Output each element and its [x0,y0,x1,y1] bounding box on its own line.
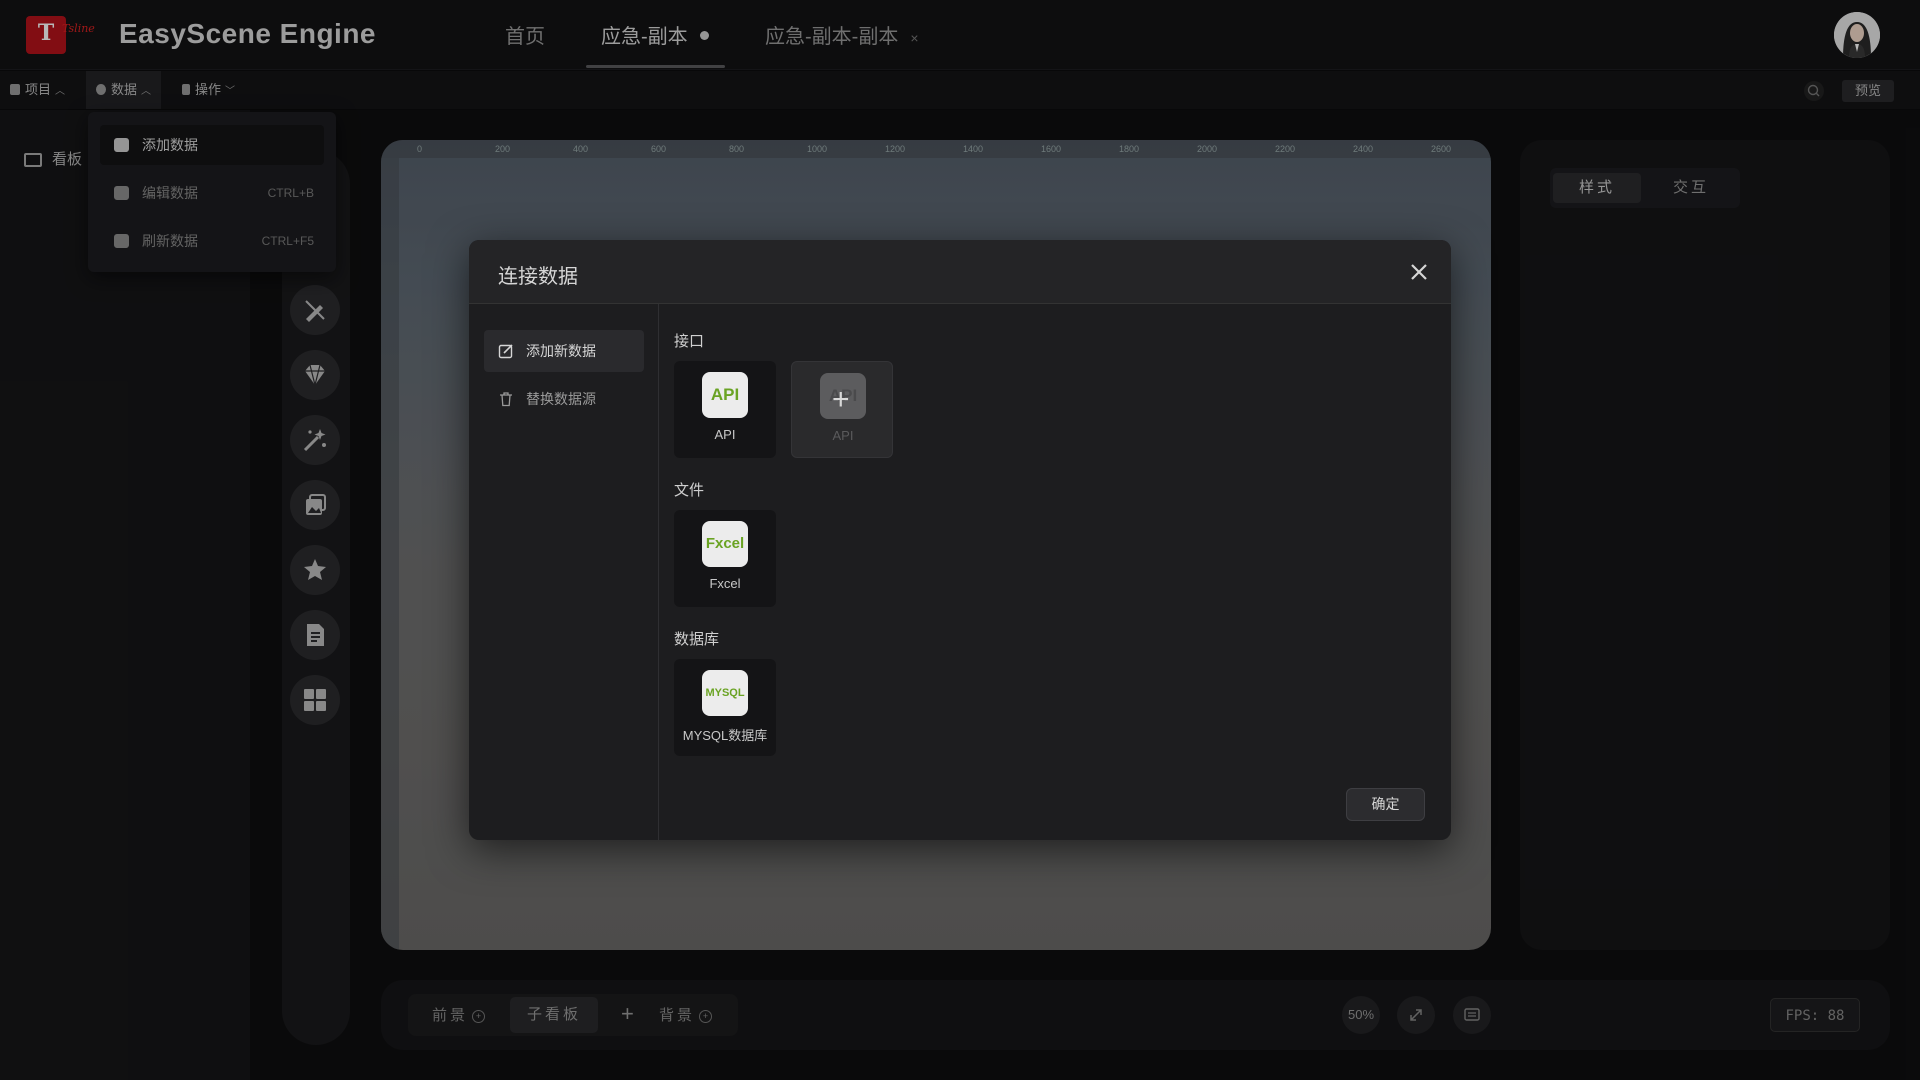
side-item-add-new-data[interactable]: 添加新数据 [484,330,644,372]
edit-square-icon [498,344,513,359]
source-card-api[interactable]: API API [674,361,776,458]
side-item-label: 替换数据源 [526,391,596,407]
section-database: 数据库 [674,631,720,648]
source-card-excel[interactable]: Fxcel Fxcel [674,510,776,607]
side-item-label: 添加新数据 [526,343,596,359]
card-label: API [714,427,736,442]
dialog-header: 连接数据 [469,240,1451,304]
confirm-button[interactable]: 确定 [1346,788,1425,821]
source-card-add-api[interactable]: API + API [791,361,893,458]
section-interface: 接口 [674,333,705,350]
connect-data-dialog: 连接数据 添加新数据 替换数据源 接口 API API API + API 文件… [469,240,1451,840]
card-label: Fxcel [709,576,741,591]
close-icon [1411,264,1427,280]
trash-icon [500,392,512,407]
card-label: MYSQL数据库 [682,728,768,743]
mysql-icon: MYSQL [702,670,748,716]
close-dialog-button[interactable] [1407,260,1431,284]
source-card-mysql[interactable]: MYSQL MYSQL数据库 [674,659,776,756]
excel-icon: Fxcel [702,521,748,567]
section-file: 文件 [674,482,705,499]
dialog-title: 连接数据 [498,266,578,288]
dialog-sidebar: 添加新数据 替换数据源 [469,304,659,840]
api-icon: API [702,372,748,418]
plus-icon: + [832,383,850,416]
side-item-replace-source[interactable]: 替换数据源 [484,378,644,420]
card-label: API [832,428,854,443]
